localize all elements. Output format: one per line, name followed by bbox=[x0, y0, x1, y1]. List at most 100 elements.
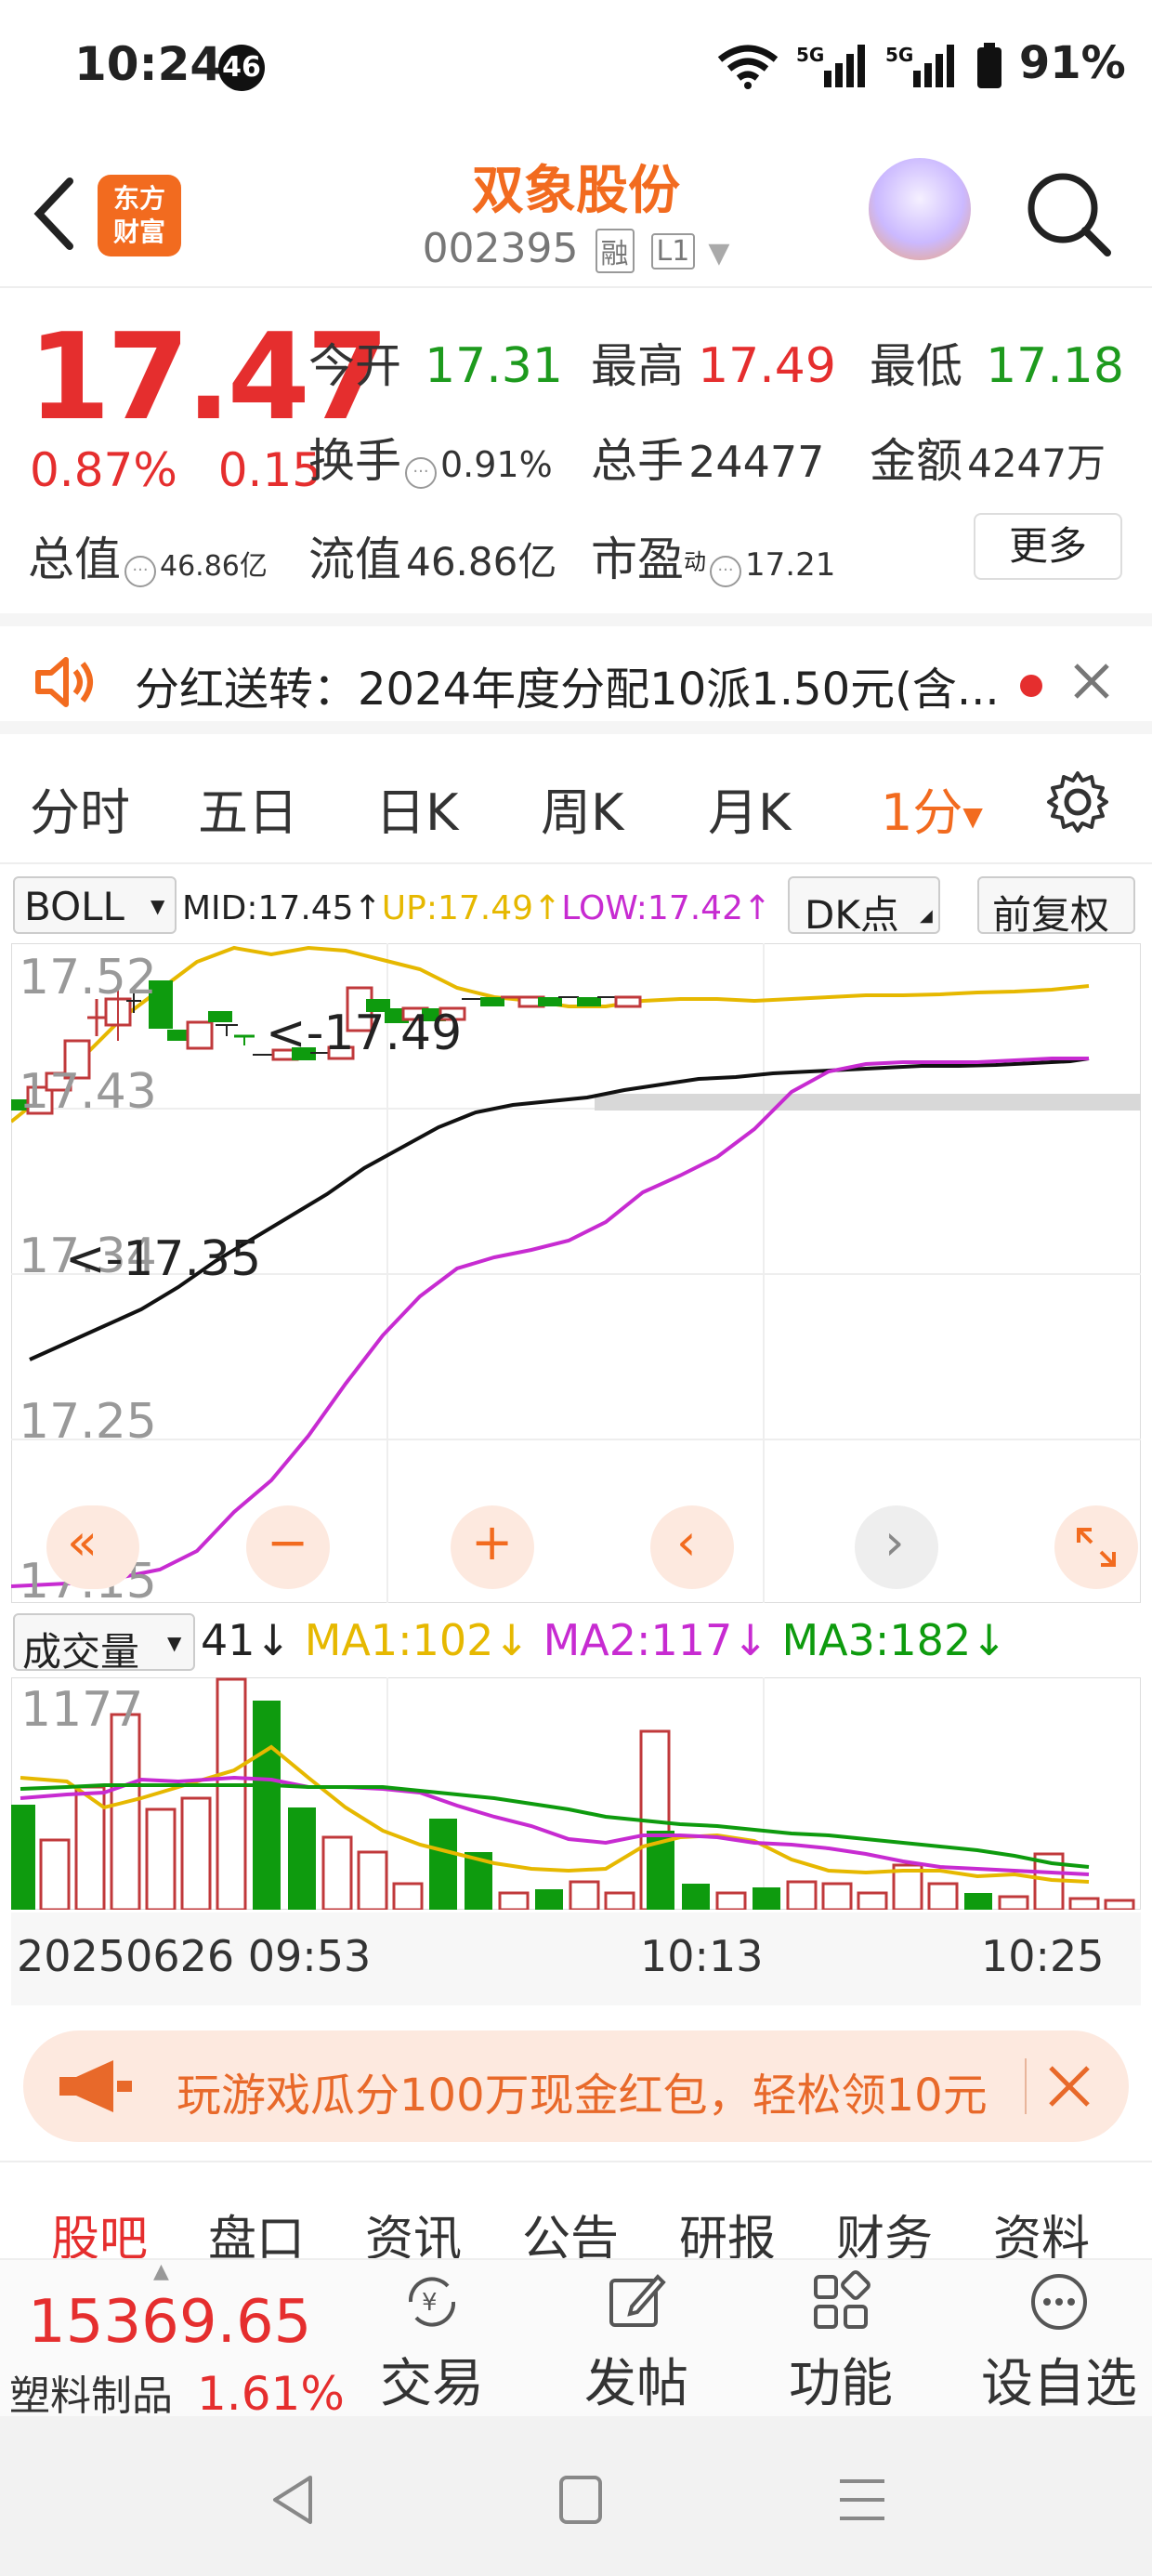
post-button[interactable]: 发帖 bbox=[562, 2269, 711, 2417]
zoom-in-button[interactable]: + bbox=[451, 1505, 534, 1589]
watchlist-label: 设自选 bbox=[981, 2354, 1137, 2414]
unread-dot bbox=[1020, 675, 1042, 697]
next-button[interactable]: › bbox=[855, 1505, 938, 1589]
period-tabs: 分时 五日 日K 周K 月K 1分▼ bbox=[0, 734, 1152, 864]
float-field: 流值 46.86亿 bbox=[308, 522, 556, 589]
signal-icon-2: 5G bbox=[885, 44, 955, 87]
svg-text:5G: 5G bbox=[796, 44, 824, 66]
sector-pct: 1.61% bbox=[197, 2367, 345, 2421]
caret-down-icon: ▼ bbox=[962, 800, 983, 832]
chevron-right-icon: › bbox=[884, 1513, 905, 1571]
tab-daily[interactable]: 日K bbox=[375, 771, 458, 845]
volume-values: 41↓ MA1:102↓ MA2:117↓ MA3:182↓ bbox=[201, 1615, 1007, 1665]
nav-home-icon[interactable] bbox=[557, 2474, 604, 2526]
gear-icon[interactable] bbox=[1045, 769, 1110, 835]
info-dots-icon[interactable]: ··· bbox=[710, 555, 741, 587]
volume-label: 成交量 bbox=[22, 1629, 140, 1675]
promo-banner[interactable]: 玩游戏瓜分100万现金红包，轻松领10元 bbox=[23, 2031, 1129, 2142]
battery-icon bbox=[977, 43, 1002, 88]
more-circle-icon bbox=[1031, 2274, 1087, 2330]
pe-sup: 动 bbox=[684, 548, 706, 575]
tab-monthly[interactable]: 月K bbox=[708, 771, 791, 845]
add-watchlist-button[interactable]: 设自选 bbox=[975, 2269, 1143, 2417]
time-label-end: 10:25 bbox=[981, 1931, 1105, 1981]
change-row: 0.87% 0.15 bbox=[30, 443, 321, 497]
caret-down-icon: ▼ bbox=[167, 1632, 182, 1654]
float-value: 46.86亿 bbox=[406, 539, 557, 585]
amount-value: 4247万 bbox=[967, 440, 1106, 486]
fullscreen-button[interactable] bbox=[1054, 1505, 1138, 1589]
caret-down-icon: ▼ bbox=[151, 895, 165, 917]
status-bar: 10:24 46 5G 5G 91% bbox=[0, 0, 1152, 139]
search-icon[interactable] bbox=[1022, 167, 1115, 260]
turnover-value: 0.91% bbox=[440, 444, 553, 485]
adjust-button[interactable]: 前复权 bbox=[977, 876, 1135, 938]
tab-minute-label: 1分 bbox=[881, 783, 963, 842]
pe-field: 市盈动 ··· 17.21 bbox=[591, 522, 835, 589]
nav-back-icon[interactable] bbox=[269, 2472, 316, 2528]
volume-dropdown[interactable]: 成交量 ▼ bbox=[13, 1613, 195, 1675]
function-button[interactable]: 功能 bbox=[766, 2269, 915, 2417]
rewind-button[interactable]: « bbox=[46, 1505, 139, 1589]
zoom-out-button[interactable]: − bbox=[246, 1505, 330, 1589]
sector-row[interactable]: 塑料制品 1.61% bbox=[9, 2362, 345, 2422]
trade-button[interactable]: ¥ 交易 bbox=[358, 2269, 506, 2417]
tab-weekly[interactable]: 周K bbox=[541, 771, 623, 845]
indicator-bar: BOLL ▼ MID:17.45↑UP:17.49↑LOW:17.42↑ DK点… bbox=[0, 869, 1152, 943]
change-abs: 0.15 bbox=[217, 443, 322, 497]
minus-icon: − bbox=[267, 1513, 309, 1571]
tab-five-day[interactable]: 五日 bbox=[198, 771, 298, 845]
status-right: 5G 5G 91% bbox=[715, 37, 1126, 89]
dk-point-button[interactable]: DK点 ◢ bbox=[788, 876, 940, 938]
turnover-label: 换手 bbox=[308, 434, 401, 488]
open-label: 今开 bbox=[308, 339, 401, 393]
dk-label: DK点 bbox=[805, 892, 899, 938]
nav-menu-icon[interactable] bbox=[836, 2476, 888, 2524]
more-button[interactable]: 更多 bbox=[974, 513, 1122, 580]
index-value[interactable]: 15369.65 bbox=[28, 2288, 311, 2357]
notice-text: 分红送转：2024年度分配10派1.50元(含... bbox=[135, 664, 999, 716]
grid-icon bbox=[814, 2270, 871, 2329]
volume-indicator-bar: 成交量 ▼ 41↓ MA1:102↓ MA2:117↓ MA3:182↓ bbox=[0, 1608, 1152, 1675]
function-label: 功能 bbox=[789, 2354, 893, 2414]
bottom-toolbar: ▲ 15369.65 塑料制品 1.61% ¥ 交易 发帖 功能 设自选 bbox=[0, 2258, 1152, 2421]
indicator-name: BOLL bbox=[24, 884, 124, 929]
high-value: 17.49 bbox=[698, 338, 836, 394]
max-price-annotation: <-17.49 bbox=[266, 1005, 463, 1061]
divider bbox=[1025, 2058, 1027, 2114]
close-icon[interactable] bbox=[1068, 658, 1115, 704]
boll-low: LOW:17.42↑ bbox=[561, 889, 772, 927]
chevron-down-icon: ▼ bbox=[708, 237, 730, 269]
system-nav-bar bbox=[0, 2416, 1152, 2576]
close-icon[interactable] bbox=[1045, 2062, 1093, 2110]
edit-icon bbox=[609, 2274, 666, 2327]
low-label: 最低 bbox=[870, 339, 962, 393]
volume-ma1: MA1:102↓ bbox=[304, 1615, 530, 1665]
stock-code-row[interactable]: 002395 融 L1 ▼ bbox=[0, 225, 1152, 273]
caret-up-icon: ▲ bbox=[153, 2260, 169, 2283]
mktcap-value: 46.86亿 bbox=[160, 550, 268, 583]
tab-intraday[interactable]: 分时 bbox=[30, 771, 130, 845]
svg-text:¥: ¥ bbox=[422, 2289, 438, 2317]
mktcap-field: 总值 ··· 46.86亿 bbox=[28, 522, 268, 589]
tab-minute[interactable]: 1分▼ bbox=[881, 771, 983, 845]
prev-button[interactable]: ‹ bbox=[650, 1505, 734, 1589]
info-dots-icon[interactable]: ··· bbox=[124, 555, 156, 587]
post-label: 发帖 bbox=[584, 2354, 688, 2414]
trade-icon: ¥ bbox=[408, 2277, 456, 2327]
notice-bar[interactable]: 分红送转：2024年度分配10派1.50元(含... bbox=[0, 613, 1152, 734]
assistant-avatar-icon[interactable] bbox=[869, 158, 971, 260]
amount-field: 金额 4247万 bbox=[870, 424, 1106, 491]
boll-values: MID:17.45↑UP:17.49↑LOW:17.42↑ bbox=[182, 889, 771, 927]
level-tag: L1 bbox=[650, 232, 696, 269]
indicator-dropdown[interactable]: BOLL ▼ bbox=[13, 876, 177, 934]
info-dots-icon[interactable]: ··· bbox=[405, 456, 437, 489]
volume-chart[interactable] bbox=[11, 1677, 1141, 1910]
svg-text:5G: 5G bbox=[885, 44, 913, 66]
stock-name: 双象股份 bbox=[472, 161, 680, 221]
turnover-field: 换手 ··· 0.91% bbox=[308, 424, 553, 491]
corner-triangle-icon: ◢ bbox=[920, 906, 933, 926]
expand-icon bbox=[1077, 1528, 1116, 1567]
high-label: 最高 bbox=[591, 339, 684, 393]
stock-code: 002395 bbox=[422, 225, 579, 272]
